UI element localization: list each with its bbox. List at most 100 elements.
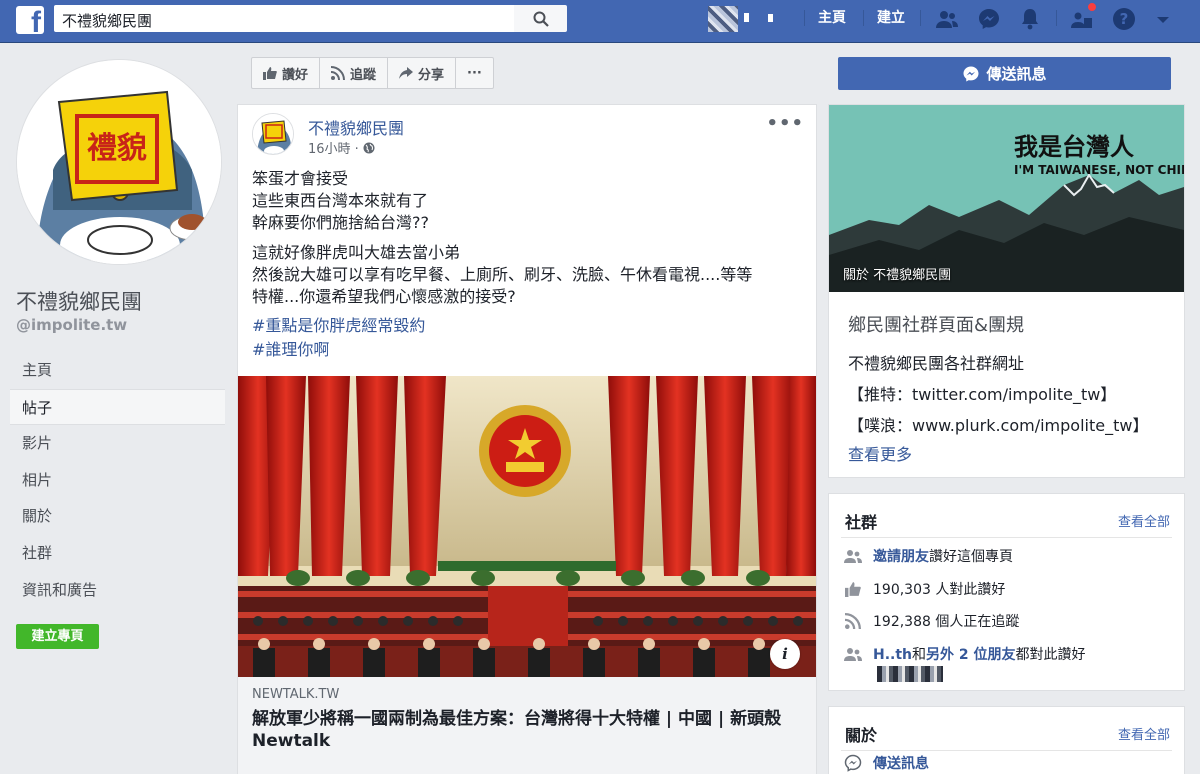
post-card: 不禮貌鄉民團 16小時 · ••• 笨蛋才會接受 這些東西台灣本來就有了 幹麻要… [237,104,817,774]
create-page-button[interactable]: 建立專頁 [16,624,99,649]
follow-label: 追蹤 [350,67,377,83]
side-nav-info-and-ads[interactable]: 資訊和廣告 [10,572,225,609]
side-nav-posts[interactable]: 帖子 [10,388,225,426]
thumbs-up-icon [263,67,277,80]
post-line: 笨蛋才會接受 [252,169,349,188]
post-author-name[interactable]: 不禮貌鄉民團 [308,115,404,139]
invite-friends-link[interactable]: 邀請朋友 [873,549,929,565]
link-preview-image[interactable]: i [238,376,816,677]
thumbs-up-icon [845,582,861,597]
post-author-avatar[interactable] [252,113,294,155]
cover-title: 我是台灣人 [1014,133,1134,161]
mascot-thumbnail [253,114,293,154]
page-handle[interactable]: @impolite.tw [16,316,127,334]
about-line: 【噗浪：www.plurk.com/impolite_tw】 [848,416,1149,435]
follow-button[interactable]: 追蹤 [320,58,389,88]
hashtag-link[interactable]: #重點是你胖虎經常毀約 [252,314,802,338]
about-send-message-link[interactable]: 傳送訊息 [873,753,929,773]
post-paragraph: 這就好像胖虎叫大雄去當小弟 然後說大雄可以享有吃早餐、上廁所、刷牙、洗臉、午休看… [252,242,802,308]
side-nav-community[interactable]: 社群 [10,535,225,572]
post-options-button[interactable]: ••• [766,113,804,134]
svg-text:禮貌: 禮貌 [87,131,147,166]
about-title: 關於 [845,726,878,745]
post-timestamp[interactable]: 16小時 · [308,138,375,157]
messenger-icon [844,754,862,772]
page-name[interactable]: 不禮貌鄉民團 [16,286,142,316]
send-message-button[interactable]: 傳送訊息 [838,57,1171,90]
page-side-navigation: 主頁 帖子 影片 相片 關於 社群 資訊和廣告 [10,352,225,608]
side-nav-videos[interactable]: 影片 [10,425,225,462]
info-icon[interactable]: i [770,639,800,669]
people-icon [844,550,862,563]
search-button[interactable] [514,5,567,32]
profile-name-blurred[interactable] [740,8,790,28]
link-domain: NEWTALK.TW [252,687,340,702]
friends-and-text: 和 [912,647,927,663]
about-line: 不禮貌鄉民團各社群網址 [848,354,1025,373]
community-card: 社群 查看全部 邀請朋友讚好這個專頁 190,303 人對此讚好 192,388… [828,493,1185,691]
dropdown-icon[interactable] [1152,7,1174,31]
friends-icon[interactable] [935,7,959,31]
post-body: 笨蛋才會接受 這些東西台灣本來就有了 幹麻要你們施捨給台灣?? 這就好像胖虎叫大… [252,168,802,362]
post-paragraph: 笨蛋才會接受 這些東西台灣本來就有了 幹麻要你們施捨給台灣?? [252,168,802,234]
svg-text:?: ? [1120,10,1129,28]
more-actions-button[interactable]: ··· [456,58,493,88]
profile-avatar[interactable] [708,6,738,32]
about-line: 【推特：twitter.com/impolite_tw】 [848,385,1117,404]
post-line: 然後說大雄可以享有吃早餐、上廁所、刷牙、洗臉、午休看電視....等等 [252,265,753,284]
nav-home-link[interactable]: 主頁 [818,0,846,36]
about-preview-title: 鄉民團社群頁面&團規 [848,315,1025,336]
other-friends-link[interactable]: 另外 2 位朋友 [926,647,1016,663]
friends-like-row: H..th和另外 2 位朋友都對此讚好 [843,644,1086,664]
invite-friends-row: 邀請朋友讚好這個專頁 [843,546,1013,566]
about-preview-text: 不禮貌鄉民團各社群網址 【推特：twitter.com/impolite_tw】… [848,348,1148,441]
search-input[interactable]: 不禮貌鄉民團 [54,5,514,32]
cover-photo[interactable]: 我是台灣人 I'M TAIWANESE, NOT CHINESE 關於 不禮貌鄉… [829,105,1184,292]
community-title: 社群 [845,513,878,532]
send-message-label: 傳送訊息 [986,65,1047,83]
nav-divider [920,10,921,26]
more-actions-label: ··· [467,65,482,81]
side-nav-about[interactable]: 關於 [10,498,225,535]
share-button[interactable]: 分享 [388,58,457,88]
about-send-message-row[interactable]: 傳送訊息 [843,753,929,773]
facebook-logo[interactable]: f [16,6,44,34]
invite-friends-text: 讚好這個專頁 [929,549,1013,565]
divider [841,537,1172,538]
post-line: 這就好像胖虎叫大雄去當小弟 [252,243,461,262]
hashtag-link[interactable]: #誰理你啊 [252,338,802,362]
nav-divider [1056,10,1057,26]
link-title[interactable]: 解放軍少將稱一國兩制為最佳方案：台灣將得十大特權 | 中國 | 新頭殼 Newt… [252,708,802,752]
messenger-icon [963,66,979,81]
friend-avatars-blurred[interactable] [877,666,943,682]
about-see-all-link[interactable]: 查看全部 [1118,724,1170,743]
post-line: 幹麻要你們施捨給台灣?? [252,213,429,232]
bell-icon[interactable] [1018,7,1042,31]
congress-hall-photo [238,376,816,677]
side-nav-home[interactable]: 主頁 [10,352,225,389]
like-label: 讚好 [282,67,309,83]
people-icon [844,648,862,661]
likes-count: 190,303 人對此讚好 [873,582,1006,598]
nav-divider [804,10,805,26]
likes-count-row: 190,303 人對此讚好 [843,579,1005,599]
top-navigation-bar: f 不禮貌鄉民團 主頁 建立 ? [0,0,1200,43]
page-profile-picture[interactable]: 禮貌 [16,59,222,265]
cover-subtitle: I'M TAIWANESE, NOT CHINESE [1014,163,1184,177]
page-action-buttons: 讚好 追蹤 分享 ··· [251,57,494,89]
followers-count-row: 192,388 個人正在追蹤 [843,611,1019,631]
like-button[interactable]: 讚好 [252,58,321,88]
help-icon[interactable]: ? [1112,7,1136,31]
see-more-link[interactable]: 查看更多 [848,441,912,465]
share-arrow-icon [399,67,414,79]
post-time-label: 16小時 · [308,142,359,157]
link-preview[interactable]: NEWTALK.TW 解放軍少將稱一國兩制為最佳方案：台灣將得十大特權 | 中國… [238,677,816,774]
community-see-all-link[interactable]: 查看全部 [1118,511,1170,530]
friends-suffix-text: 都對此讚好 [1015,647,1086,663]
messenger-icon[interactable] [977,7,1001,31]
nav-create-link[interactable]: 建立 [877,0,905,36]
friend-name-link[interactable]: H..th [873,647,912,663]
side-nav-photos[interactable]: 相片 [10,462,225,499]
about-card: 關於 查看全部 傳送訊息 [828,706,1185,774]
rss-icon [331,66,346,80]
